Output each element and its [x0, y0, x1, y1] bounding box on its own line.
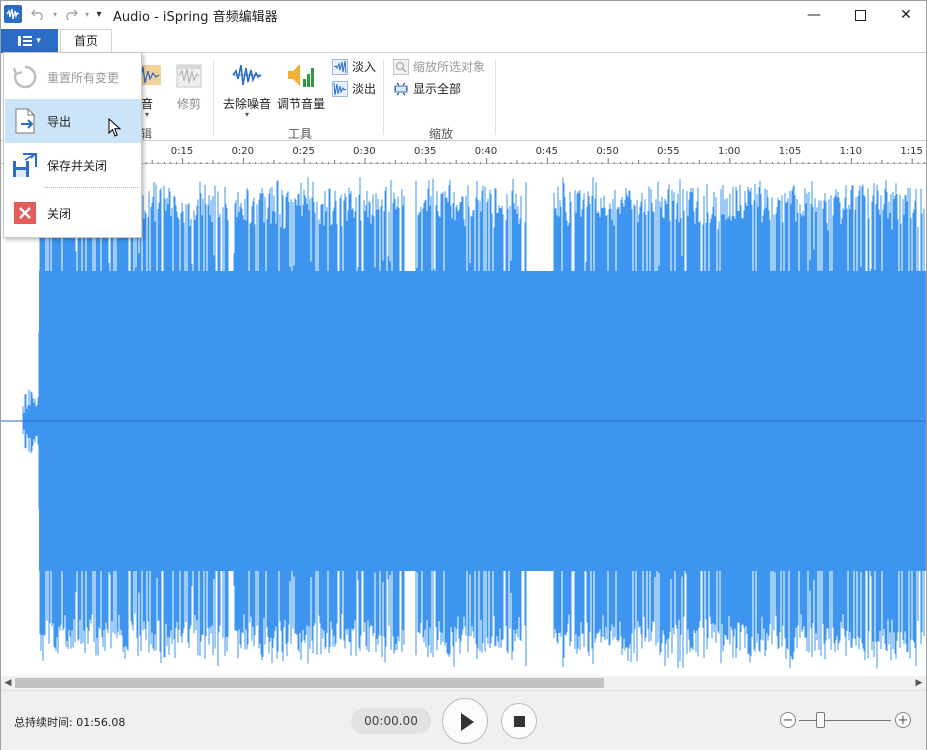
- timeline-tick-label: 0:50: [596, 146, 619, 157]
- zoom-in-button[interactable]: +: [895, 712, 911, 728]
- horizontal-scrollbar[interactable]: ◀ ▶: [1, 676, 926, 690]
- app-window: ▾ ▾ ▾ Audio - iSpring 音频编辑器 — ✕ ▾ 首页 音 ▾…: [0, 0, 927, 750]
- trim-button[interactable]: 修剪: [171, 59, 207, 112]
- player-bar: 总持续时间: 01:56.08 00:00.00 − +: [1, 690, 926, 750]
- zoom-selection-button[interactable]: 缩放所选对象: [393, 58, 485, 75]
- remove-noise-dropdown-icon: ▾: [244, 110, 249, 119]
- waveform-area[interactable]: [1, 164, 926, 676]
- scrollbar-thumb[interactable]: [15, 678, 604, 688]
- window-title: Audio - iSpring 音频编辑器: [113, 10, 278, 25]
- stop-button[interactable]: [501, 703, 537, 739]
- customize-toolbar-icon[interactable]: ▾: [93, 5, 105, 23]
- remove-noise-button[interactable]: 去除噪音 ▾: [221, 59, 273, 119]
- group-separator: [495, 59, 496, 135]
- fade-out-button[interactable]: 淡出: [332, 80, 376, 97]
- play-button[interactable]: [442, 698, 488, 744]
- timeline-tick-label: 1:15: [900, 146, 923, 157]
- fade-out-label: 淡出: [352, 82, 377, 96]
- scroll-right-icon[interactable]: ▶: [912, 676, 926, 690]
- menu-item-close[interactable]: 关闭: [5, 191, 141, 235]
- stop-icon: [514, 716, 525, 727]
- save-close-icon: [11, 151, 39, 179]
- timeline-tick-label: 0:20: [231, 146, 255, 157]
- close-window-button[interactable]: ✕: [883, 1, 927, 29]
- show-all-icon: [393, 81, 409, 97]
- adjust-volume-label: 调节音量: [276, 97, 325, 111]
- export-icon: [11, 107, 39, 135]
- zoom-slider-thumb[interactable]: [816, 712, 825, 728]
- fade-out-icon: [332, 80, 348, 97]
- redo-icon[interactable]: [61, 5, 81, 23]
- timeline-tick-label: 0:35: [413, 146, 437, 157]
- file-menu-button[interactable]: ▾: [1, 29, 58, 53]
- mouse-cursor-icon: [108, 118, 122, 137]
- timeline-tick-label: 0:45: [535, 146, 559, 157]
- current-time: 00:00.00: [351, 708, 431, 734]
- minimize-button[interactable]: —: [791, 1, 837, 29]
- fade-in-icon: [332, 58, 348, 75]
- play-icon: [461, 713, 474, 731]
- maximize-button[interactable]: [837, 1, 883, 29]
- ribbon-tab-row: ▾ 首页: [1, 29, 926, 54]
- show-all-button[interactable]: 显示全部: [393, 80, 461, 97]
- menu-item-label: 重置所有变更: [47, 70, 120, 85]
- trim-label: 修剪: [176, 97, 201, 111]
- group-separator: [383, 59, 384, 135]
- total-duration: 总持续时间: 01:56.08: [14, 716, 126, 729]
- menu-item-reset-all[interactable]: 重置所有变更: [5, 55, 141, 99]
- scroll-left-icon[interactable]: ◀: [1, 676, 15, 690]
- timeline-tick-label: 1:00: [717, 146, 741, 157]
- menu-item-save-and-close[interactable]: 保存并关闭: [5, 143, 141, 187]
- waveform: [1, 177, 926, 669]
- zoom-out-button[interactable]: −: [780, 712, 796, 728]
- show-all-label: 显示全部: [413, 82, 462, 96]
- tab-home[interactable]: 首页: [60, 29, 112, 54]
- timeline-tick-label: 1:05: [778, 146, 802, 157]
- menu-item-label: 关闭: [47, 206, 72, 221]
- timeline-tick-label: 0:40: [474, 146, 498, 157]
- zoom-group-label: 缩放: [429, 127, 454, 141]
- undo-dropdown-icon[interactable]: ▾: [50, 5, 60, 23]
- fade-in-button[interactable]: 淡入: [332, 58, 376, 75]
- silence-dropdown-icon: ▾: [144, 110, 149, 119]
- tools-group-label: 工具: [288, 127, 313, 141]
- menu-item-label: 保存并关闭: [47, 158, 108, 173]
- zoom-selection-icon: [393, 58, 409, 75]
- waveform-path: [22, 177, 926, 669]
- chevron-down-icon: ▾: [36, 36, 41, 46]
- redo-dropdown-icon[interactable]: ▾: [82, 5, 92, 23]
- app-logo-icon: [4, 5, 22, 23]
- timeline-tick-label: 0:30: [353, 146, 376, 157]
- adjust-volume-button[interactable]: 调节音量: [275, 59, 327, 112]
- zoom-slider-track[interactable]: [799, 720, 891, 721]
- close-icon: [11, 199, 39, 227]
- title-bar: ▾ ▾ ▾ Audio - iSpring 音频编辑器 — ✕: [1, 1, 926, 29]
- timeline-tick-label: 1:10: [839, 146, 863, 157]
- reset-icon: [11, 63, 39, 91]
- group-separator: [213, 59, 214, 135]
- menu-item-label: 导出: [47, 114, 72, 129]
- trim-icon: [173, 59, 205, 91]
- fade-in-label: 淡入: [352, 60, 377, 74]
- volume-icon: [285, 59, 317, 91]
- zoom-selection-label: 缩放所选对象: [413, 60, 486, 74]
- timeline-tick-label: 0:15: [170, 146, 194, 157]
- file-menu-icon: [18, 36, 33, 46]
- file-dropdown-menu: 重置所有变更 导出 保存并关闭 关闭: [3, 52, 142, 238]
- menu-separator: [44, 187, 140, 188]
- timeline-tick-label: 0:55: [657, 146, 680, 157]
- timeline-tick-label: 0:25: [292, 146, 315, 157]
- remove-noise-icon: [231, 59, 263, 91]
- undo-icon[interactable]: [28, 5, 48, 23]
